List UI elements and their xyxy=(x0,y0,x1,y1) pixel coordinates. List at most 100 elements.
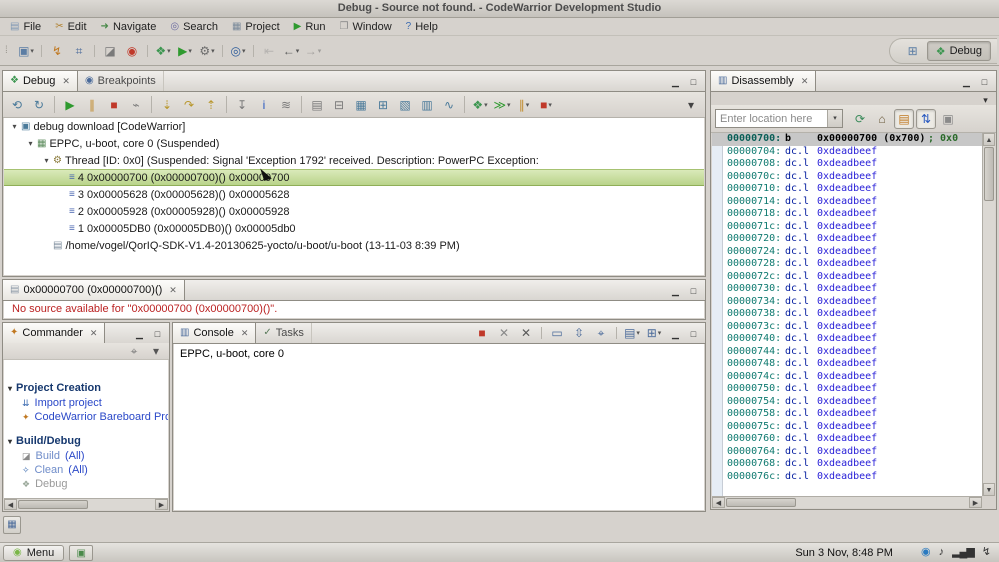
disassembly-row[interactable]: 00000738: dc.l 0xdeadbeef xyxy=(712,308,982,321)
terminate-button[interactable]: ■ xyxy=(472,323,492,343)
location-input[interactable]: Enter location here ▾ xyxy=(715,109,843,128)
remove-all-launches-button[interactable]: ✕ xyxy=(516,323,536,343)
forward-button[interactable]: → ▾ xyxy=(303,41,323,61)
debug-tree-row[interactable]: ▾ ▣ debug download [CodeWarrior] xyxy=(4,118,704,135)
disassembly-vertical-scrollbar[interactable]: ▲ ▼ xyxy=(982,133,995,496)
disassembly-row[interactable]: 00000758: dc.l 0xdeadbeef xyxy=(712,408,982,421)
step-filters-button[interactable]: ≋ xyxy=(276,95,296,115)
drop-to-frame-button[interactable]: ↧ xyxy=(232,95,252,115)
suspend-button[interactable]: ∥ xyxy=(82,95,102,115)
tab-console[interactable]: ▥ Console ✕ xyxy=(173,323,257,343)
maximize-button[interactable]: □ xyxy=(977,74,992,88)
scroll-right-icon[interactable]: ▶ xyxy=(155,499,168,510)
maximize-button[interactable]: □ xyxy=(686,326,701,340)
commander-horizontal-scrollbar[interactable]: ◀ ▶ xyxy=(4,498,168,510)
target-connect-button[interactable]: ⌗ xyxy=(69,41,89,61)
disassembly-horizontal-scrollbar[interactable]: ◀ ▶ xyxy=(712,496,982,508)
disassembly-row[interactable]: 0000072c: dc.l 0xdeadbeef xyxy=(712,271,982,284)
close-icon[interactable]: ✕ xyxy=(801,76,809,87)
show-full-paths-button[interactable]: ▤ xyxy=(307,95,327,115)
menu-file[interactable]: ▤ File xyxy=(3,18,48,36)
disassembly-row[interactable]: 00000744: dc.l 0xdeadbeef xyxy=(712,346,982,359)
disassembly-row[interactable]: 0000076c: dc.l 0xdeadbeef xyxy=(712,471,982,484)
disassembly-row[interactable]: 0000074c: dc.l 0xdeadbeef xyxy=(712,371,982,384)
debug-tree-row[interactable]: ≡ 4 0x00000700 (0x00000700)() 0x00000700 xyxy=(4,169,704,186)
back-button[interactable]: ← ▾ xyxy=(281,41,301,61)
expander-icon[interactable]: ▾ xyxy=(9,122,20,131)
disassembly-row[interactable]: 00000728: dc.l 0xdeadbeef xyxy=(712,258,982,271)
disconnect-button[interactable]: ⌁ xyxy=(126,95,146,115)
system-menu-button[interactable]: ◉ Menu xyxy=(3,544,65,561)
close-icon[interactable]: ✕ xyxy=(90,328,98,339)
display-console-button[interactable]: ▤ ▾ xyxy=(622,323,642,343)
minimize-button[interactable]: ▁ xyxy=(668,283,683,297)
view-menu-chevron[interactable]: ▾ xyxy=(978,92,993,106)
debug-tree-row[interactable]: ▾ ▦ EPPC, u-boot, core 0 (Suspended) xyxy=(4,135,704,152)
titlebar[interactable]: Debug - Source not found. - CodeWarrior … xyxy=(0,0,999,18)
scroll-left-icon[interactable]: ◀ xyxy=(712,497,725,508)
disassembly-settings-button[interactable]: ▣ xyxy=(938,109,958,129)
build-button[interactable]: ◪ xyxy=(100,41,120,61)
combo-dropdown-icon[interactable]: ▾ xyxy=(827,110,842,127)
toolbar-drag-handle[interactable]: ⁞ xyxy=(5,41,12,61)
sync-selection-toggle[interactable]: ⇅ xyxy=(916,108,936,129)
instruction-stepping-button[interactable]: i xyxy=(254,95,274,115)
maximize-button[interactable]: □ xyxy=(150,326,165,340)
multicore-terminate-button[interactable]: ■ ▾ xyxy=(536,95,556,115)
fast-view-button[interactable]: ▦ xyxy=(3,516,21,534)
scrollbar-thumb[interactable] xyxy=(18,500,88,509)
quick-access-button[interactable]: ◉ xyxy=(122,41,142,61)
debug-tree-row[interactable]: ≡ 2 0x00005928 (0x00005928)() 0x00005928 xyxy=(4,203,704,220)
link-with-editor-button[interactable]: ⌖ xyxy=(124,341,144,361)
taskbar-clock[interactable]: Sun 3 Nov, 8:48 PM xyxy=(795,547,893,559)
new-button[interactable]: ▣ ▾ xyxy=(16,41,36,61)
disassembly-row[interactable]: 00000760: dc.l 0xdeadbeef xyxy=(712,433,982,446)
bareboard-project-link[interactable]: ✦ CodeWarrior Bareboard Project xyxy=(4,410,168,424)
debug-tree-row[interactable]: ▾ ⚙ Thread [ID: 0x0] (Suspended: Signal 'E… xyxy=(4,152,704,169)
disassembly-row[interactable]: 00000740: dc.l 0xdeadbeef xyxy=(712,333,982,346)
show-source-toggle[interactable]: ▤ xyxy=(894,108,914,129)
collapse-all-button[interactable]: ⊟ xyxy=(329,95,349,115)
scroll-lock-button[interactable]: ⇳ xyxy=(569,323,589,343)
minimize-button[interactable]: ▁ xyxy=(668,326,683,340)
import-project-link[interactable]: ⇊ Import project xyxy=(4,396,168,410)
disassembly-row[interactable]: 00000768: dc.l 0xdeadbeef xyxy=(712,458,982,471)
power-icon[interactable]: ↯ xyxy=(982,547,991,558)
menu-window[interactable]: ❐ Window xyxy=(333,18,399,36)
disassembly-row[interactable]: 0000075c: dc.l 0xdeadbeef xyxy=(712,421,982,434)
close-icon[interactable]: ✕ xyxy=(62,76,70,87)
reset-target-button[interactable]: ⟲ xyxy=(7,95,27,115)
tab-disassembly[interactable]: ▥ Disassembly ✕ xyxy=(711,71,817,91)
menu-edit[interactable]: ✂ Edit xyxy=(48,18,93,36)
close-icon[interactable]: ✕ xyxy=(241,328,249,339)
run-button[interactable]: ▶ ▾ xyxy=(175,41,195,61)
disassembly-row[interactable]: 0000071c: dc.l 0xdeadbeef xyxy=(712,221,982,234)
home-button[interactable]: ⌂ xyxy=(872,109,892,129)
debug-tree-row[interactable]: ▤/home/vogel/QorIQ-SDK-V1.4-20130625-yoc… xyxy=(4,237,704,254)
build-all-link[interactable]: ◪ Build (All) xyxy=(4,449,168,463)
section-collapse-icon[interactable]: ▾ xyxy=(8,384,12,393)
remove-launch-button[interactable]: ✕ xyxy=(494,323,514,343)
terminate-button[interactable]: ■ xyxy=(104,95,124,115)
disassembly-row[interactable]: 00000700: b 0x00000700 (0x700); 0x0 xyxy=(712,133,982,146)
flash-programmer-button[interactable]: ↯ xyxy=(47,41,67,61)
view-memory-button[interactable]: ▦ xyxy=(351,95,371,115)
network-signal-icon[interactable]: ▂▄▆ xyxy=(952,547,975,558)
pin-console-button[interactable]: ⌖ xyxy=(591,323,611,343)
maximize-button[interactable]: □ xyxy=(686,74,701,88)
disassembly-row[interactable]: 00000718: dc.l 0xdeadbeef xyxy=(712,208,982,221)
tab-debug[interactable]: ❖ Debug ✕ xyxy=(3,71,78,91)
disassembly-row[interactable]: 00000734: dc.l 0xdeadbeef xyxy=(712,296,982,309)
close-icon[interactable]: ✕ xyxy=(169,285,177,296)
tab-tasks[interactable]: ✓ Tasks xyxy=(256,323,312,343)
menu-help[interactable]: ? Help xyxy=(399,18,445,36)
menu-navigate[interactable]: ➜ Navigate xyxy=(94,18,164,36)
view-variables-button[interactable]: ▧ xyxy=(395,95,415,115)
search-button[interactable]: ◎ ▾ xyxy=(228,41,248,61)
update-manager-icon[interactable]: ◉ xyxy=(921,547,931,558)
expander-icon[interactable]: ▾ xyxy=(41,156,52,165)
disassembly-row[interactable]: 00000754: dc.l 0xdeadbeef xyxy=(712,396,982,409)
console-output[interactable]: EPPC, u-boot, core 0 xyxy=(174,344,704,510)
disassembly-row[interactable]: 00000730: dc.l 0xdeadbeef xyxy=(712,283,982,296)
disassembly-row[interactable]: 00000708: dc.l 0xdeadbeef xyxy=(712,158,982,171)
